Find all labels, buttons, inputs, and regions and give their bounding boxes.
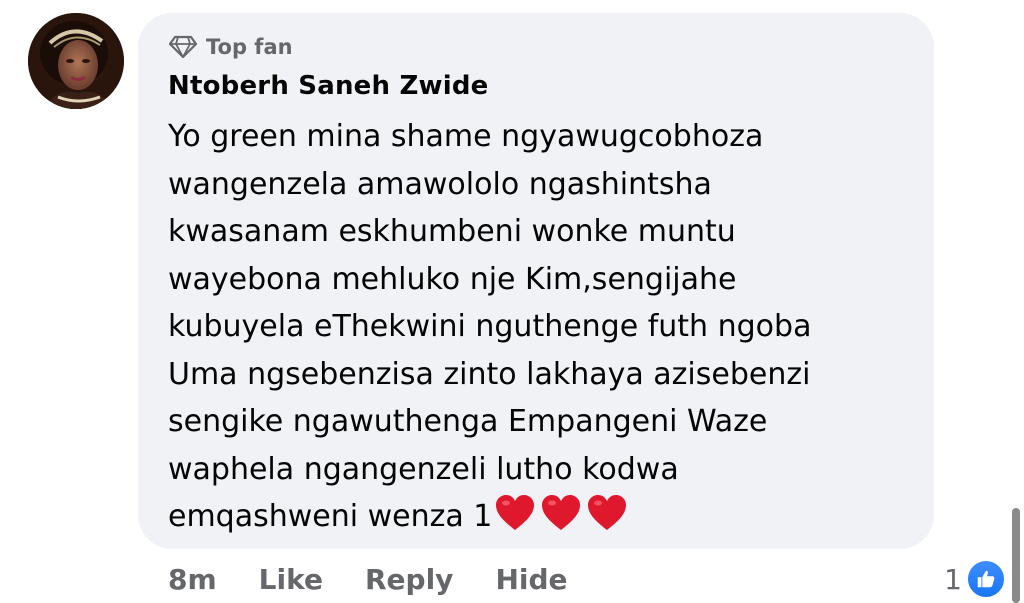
heart-icon: [588, 495, 627, 530]
heart-icon: [542, 495, 581, 530]
comment-view: Top fan Ntoberh Saneh Zwide Yo green min…: [0, 0, 1024, 603]
comment-last-line: emqashweni wenza 1: [168, 493, 908, 541]
comment-line: sengike ngawuthenga Empangeni Waze: [168, 404, 768, 439]
comment-line: Uma ngsebenzisa zinto lakhaya azisebenzi: [168, 356, 811, 392]
comment-line: Yo green mina shame ngyawugcobhoza: [168, 119, 764, 154]
comment-line: wayebona mehluko nje Kim,sengijahe: [168, 261, 737, 297]
comment-bubble: Top fan Ntoberh Saneh Zwide Yo green min…: [138, 13, 934, 549]
timestamp[interactable]: 8m: [168, 563, 217, 596]
comment-line: kubuyela eThekwini nguthenge futh ngoba: [168, 309, 812, 344]
scrollbar-thumb[interactable]: [1012, 508, 1020, 603]
heart-emojis: [494, 494, 628, 532]
author-name[interactable]: Ntoberh Saneh Zwide: [168, 71, 489, 101]
comment-line: emqashweni wenza 1: [168, 499, 493, 534]
comment-actions: 8m Like Reply Hide: [168, 563, 610, 596]
top-fan-badge: Top fan: [168, 35, 293, 59]
reaction-count: 1: [944, 562, 962, 596]
thumbs-up-icon: [966, 559, 1006, 599]
reply-button[interactable]: Reply: [365, 563, 453, 596]
like-button[interactable]: Like: [259, 563, 323, 596]
avatar-image: [28, 13, 124, 109]
heart-icon: [496, 495, 535, 530]
avatar[interactable]: [28, 13, 124, 109]
hide-button[interactable]: Hide: [495, 563, 567, 596]
badge-label: Top fan: [206, 35, 293, 59]
comment-line: waphela ngangenzeli lutho kodwa: [168, 451, 679, 487]
reaction-summary[interactable]: 1: [944, 559, 1006, 599]
comment-line: kwasanam eskhumbeni wonke muntu: [168, 214, 736, 249]
diamond-icon: [168, 35, 198, 59]
comment-text: Yo green mina shame ngyawugcobhoza wange…: [168, 113, 908, 541]
comment-line: wangenzela amawololo ngashintsha: [168, 166, 712, 202]
